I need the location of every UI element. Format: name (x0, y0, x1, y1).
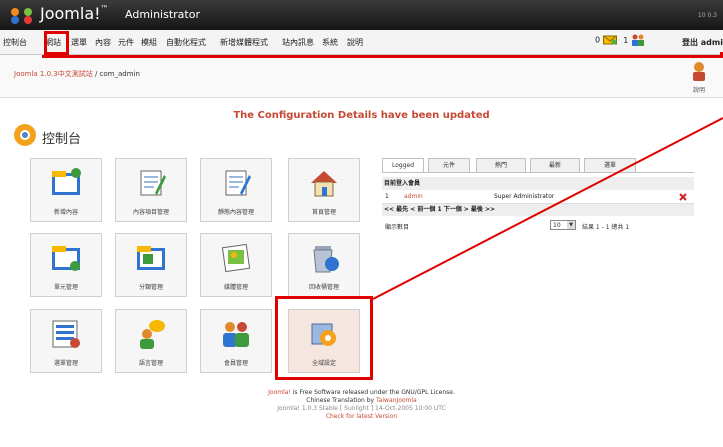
annotation-arrow (372, 117, 723, 300)
